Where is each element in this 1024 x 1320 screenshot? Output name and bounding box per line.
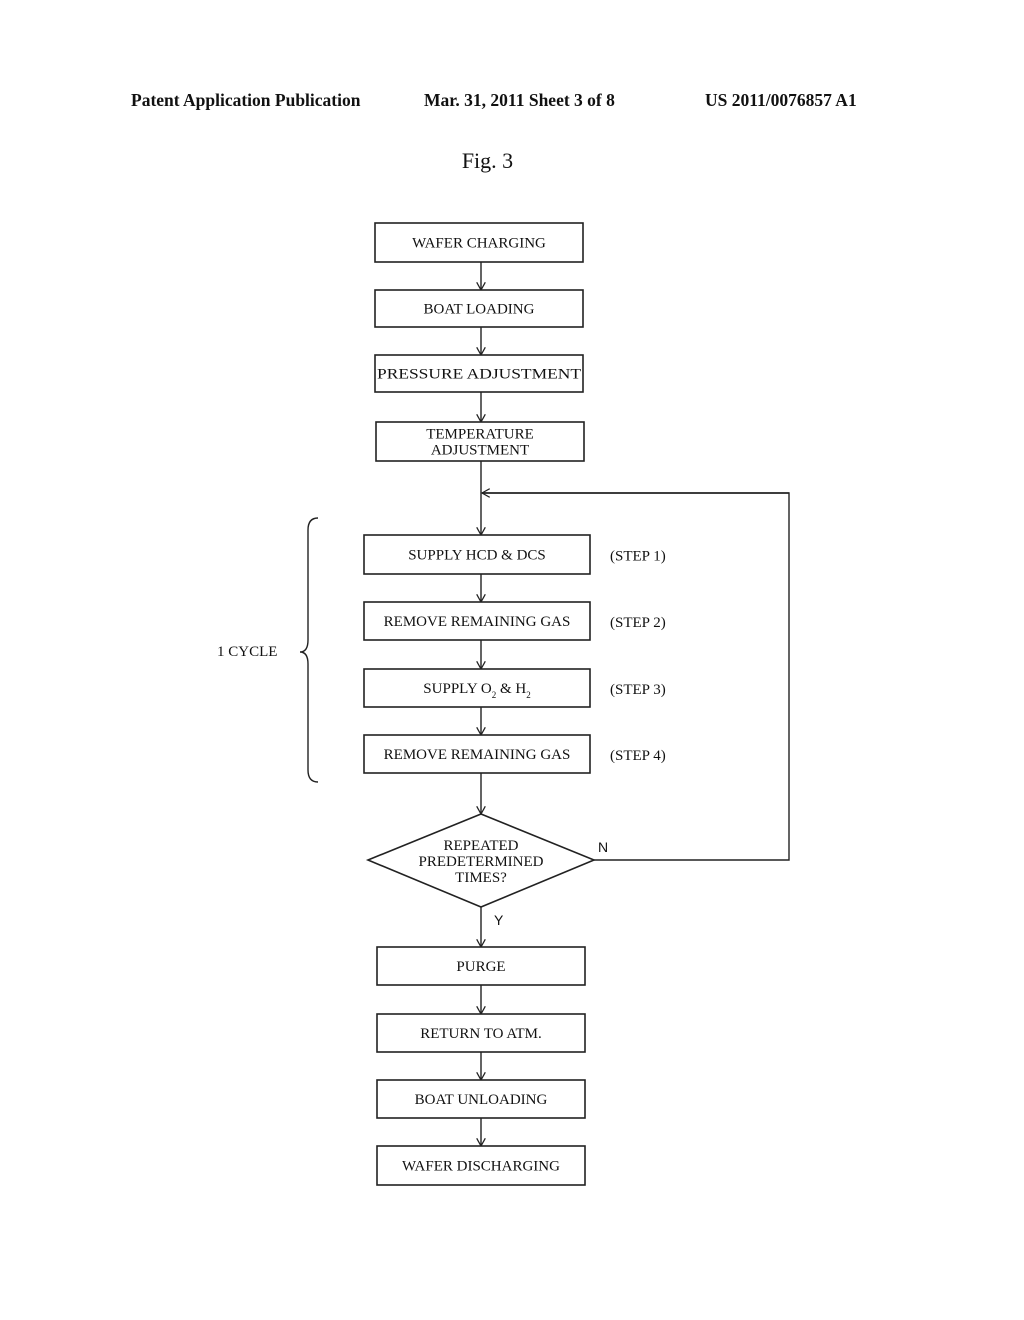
step-number-label: (STEP 4) bbox=[610, 748, 666, 764]
step-remove-remaining-gas-1: REMOVE REMAINING GAS (STEP 2) bbox=[363, 601, 666, 641]
no-label: N bbox=[598, 839, 608, 855]
cycle-brace bbox=[299, 517, 319, 783]
step-label: RETURN TO ATM. bbox=[420, 1026, 542, 1042]
step-number-label: (STEP 1) bbox=[610, 549, 666, 565]
step-boat-unloading: BOAT UNLOADING bbox=[376, 1079, 586, 1119]
cycle-label: 1 CYCLE bbox=[217, 644, 277, 660]
step-wafer-charging: WAFER CHARGING bbox=[374, 222, 584, 263]
step-remove-remaining-gas-2: REMOVE REMAINING GAS (STEP 4) bbox=[363, 734, 666, 774]
decision-label: TIMES? bbox=[455, 870, 507, 886]
yes-label: Y bbox=[494, 912, 504, 928]
step-purge: PURGE bbox=[376, 946, 586, 986]
decision-label: PREDETERMINED bbox=[419, 854, 544, 870]
step-label: BOAT LOADING bbox=[424, 302, 535, 318]
step-number-label: (STEP 3) bbox=[610, 682, 666, 698]
step-label: PURGE bbox=[456, 959, 505, 975]
step-boat-loading: BOAT LOADING bbox=[374, 289, 584, 328]
nodes: WAFER CHARGING BOAT LOADING PRESSURE ADJUS… bbox=[363, 222, 666, 1186]
step-pressure-adjustment: PRESSURE ADJUSTMENT bbox=[374, 354, 584, 393]
step-label: SUPPLY HCD & DCS bbox=[408, 548, 546, 564]
step-label: WAFER DISCHARGING bbox=[402, 1159, 560, 1175]
step-label: ADJUSTMENT bbox=[431, 443, 529, 459]
step-number-label: (STEP 2) bbox=[610, 615, 666, 631]
step-label: BOAT UNLOADING bbox=[415, 1092, 548, 1108]
step-return-to-atm: RETURN TO ATM. bbox=[376, 1013, 586, 1053]
step-wafer-discharging: WAFER DISCHARGING bbox=[376, 1145, 586, 1186]
step-label: REMOVE REMAINING GAS bbox=[384, 747, 571, 763]
decision-repeated: REPEATEDPREDETERMINEDTIMES? bbox=[365, 813, 597, 908]
step-label: PRESSURE ADJUSTMENT bbox=[377, 367, 581, 383]
step-supply-o2-h2: SUPPLY O2 & H2 (STEP 3) bbox=[363, 668, 666, 708]
step-label: WAFER CHARGING bbox=[412, 236, 546, 252]
step-label: REMOVE REMAINING GAS bbox=[384, 614, 571, 630]
step-label: TEMPERATURE bbox=[426, 427, 534, 443]
step-supply-hcd-dcs: SUPPLY HCD & DCS (STEP 1) bbox=[363, 534, 666, 575]
decision-label: REPEATED bbox=[444, 838, 519, 854]
flowchart: WAFER CHARGING BOAT LOADING PRESSURE ADJUS… bbox=[217, 222, 790, 1186]
step-temperature-adjustment: TEMPERATUREADJUSTMENT bbox=[375, 421, 585, 462]
